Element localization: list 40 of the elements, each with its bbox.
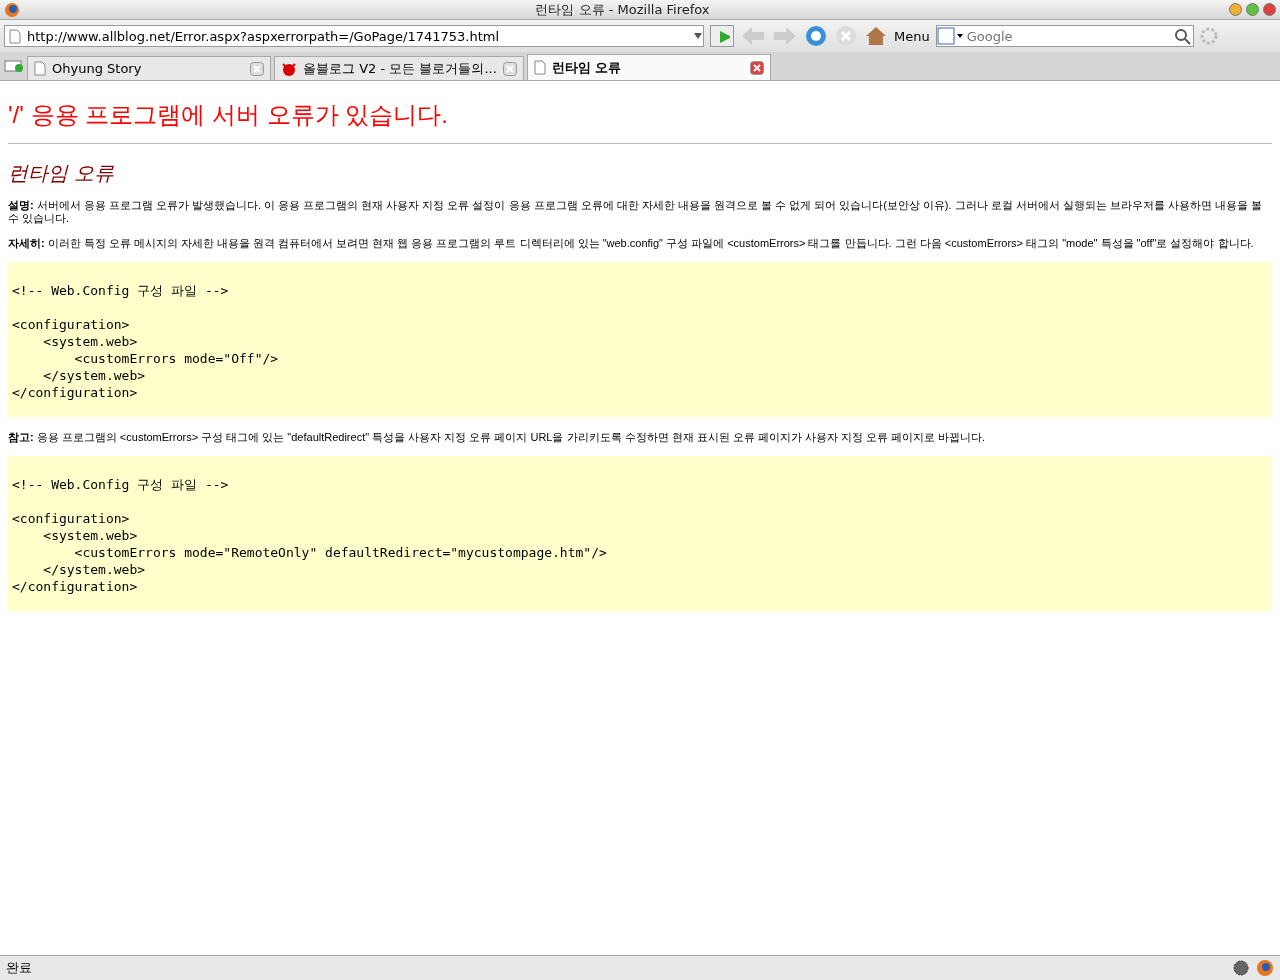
- description-paragraph: 참고: 응용 프로그램의 <customErrors> 구성 태그에 있는 "defaultRedirect" 특성을 사용자 지정 오류 페이지 URL을 가리키도록 수정하면 현재 표시된 오류 페이지가 사용자 지정 오류 페이지로 바뀝니다.: [8, 431, 987, 444]
- close-button[interactable]: [1263, 3, 1276, 16]
- browser-logo-icon: [4, 1, 20, 18]
- maximize-button[interactable]: [1246, 3, 1259, 16]
- gear-icon: [1232, 959, 1250, 977]
- tab-close-button[interactable]: [749, 60, 764, 75]
- tab-label: 올블로그 V2 - 모든 블로거들의...: [303, 59, 497, 78]
- address-field[interactable]: http://www.allblog.net/Error.aspx?aspxerrorpath=/GoPage/1741753.html: [4, 25, 704, 47]
- url-text: http://www.allblog.net/Error.aspx?aspxerrorpath=/GoPage/1741753.html: [27, 28, 501, 44]
- tab-label: 런타임 오류: [551, 58, 623, 77]
- description-paragraph: 자세히: 이러한 특정 오류 메시지의 자세한 내용을 원격 컴퓨터에서 보려면 현재 웹 응용 프로그램의 루트 디렉터리에 있는 "web.config" 구성 파일에 <customErrors> 태그를 만듭니다. 그런 다음 <customErrors> 태그의 "mode" 특성을 "off"로 설정해야 합니다.: [8, 237, 1255, 250]
- error-heading: '/' 응용 프로그램에 서버 오류가 있습니다.: [8, 100, 449, 130]
- tab-close-button[interactable]: [250, 61, 264, 76]
- search-engine-icon[interactable]: [936, 27, 965, 45]
- page-icon: [9, 28, 21, 44]
- browser-logo-icon: [1256, 959, 1274, 977]
- window-title: 런타임 오류 - Mozilla Firefox: [534, 0, 711, 19]
- code-block: <!-- Web.Config 구성 파일 --> <configuration> <system.web> <customErrors mode="Off"/> </system.web> </configuration>: [8, 262, 1272, 417]
- error-subheading: 런타임 오류: [8, 161, 115, 186]
- code-block: <!-- Web.Config 구성 파일 --> <configuration> <system.web> <customErrors mode="RemoteOnly" defaultRedirect="mycustompage.htm"/> </system.web> </configuration>: [8, 456, 1272, 611]
- tab-label: Ohyung Story: [52, 61, 143, 76]
- throbber-icon: [1199, 27, 1218, 45]
- page-icon: [533, 60, 546, 75]
- dropdown-caret-icon[interactable]: [693, 32, 703, 40]
- status-text: 완료: [6, 959, 33, 977]
- devil-face-icon: [281, 60, 297, 77]
- home-button[interactable]: [864, 24, 888, 48]
- browser-tab[interactable]: 런타임 오류: [526, 54, 771, 80]
- search-icon[interactable]: [1172, 27, 1193, 45]
- new-tab-button[interactable]: [4, 59, 24, 73]
- page-icon: [34, 61, 46, 76]
- minimize-button[interactable]: [1229, 3, 1242, 16]
- description-paragraph: 설명: 서버에서 응용 프로그램 오류가 발생했습니다. 이 응용 프로그램의 현재 사용자 지정 오류 설정이 응용 프로그램 오류에 대한 자세한 내용을 원격으로 볼 수 없게 되어 있습니다(보안상 이유). 그러나 로컬 서버에서 실행되는 브라우저를 사용하면 내용을 볼 수 있습니다.: [8, 199, 1264, 225]
- reload-button[interactable]: [804, 24, 828, 48]
- menu-button[interactable]: Menu: [894, 28, 930, 44]
- tab-close-button[interactable]: [502, 61, 517, 76]
- search-box[interactable]: Google: [935, 25, 1194, 47]
- browser-tab[interactable]: Ohyung Story: [27, 56, 271, 80]
- browser-tab[interactable]: 올블로그 V2 - 모든 블로거들의...: [274, 56, 524, 80]
- go-button[interactable]: [710, 25, 734, 47]
